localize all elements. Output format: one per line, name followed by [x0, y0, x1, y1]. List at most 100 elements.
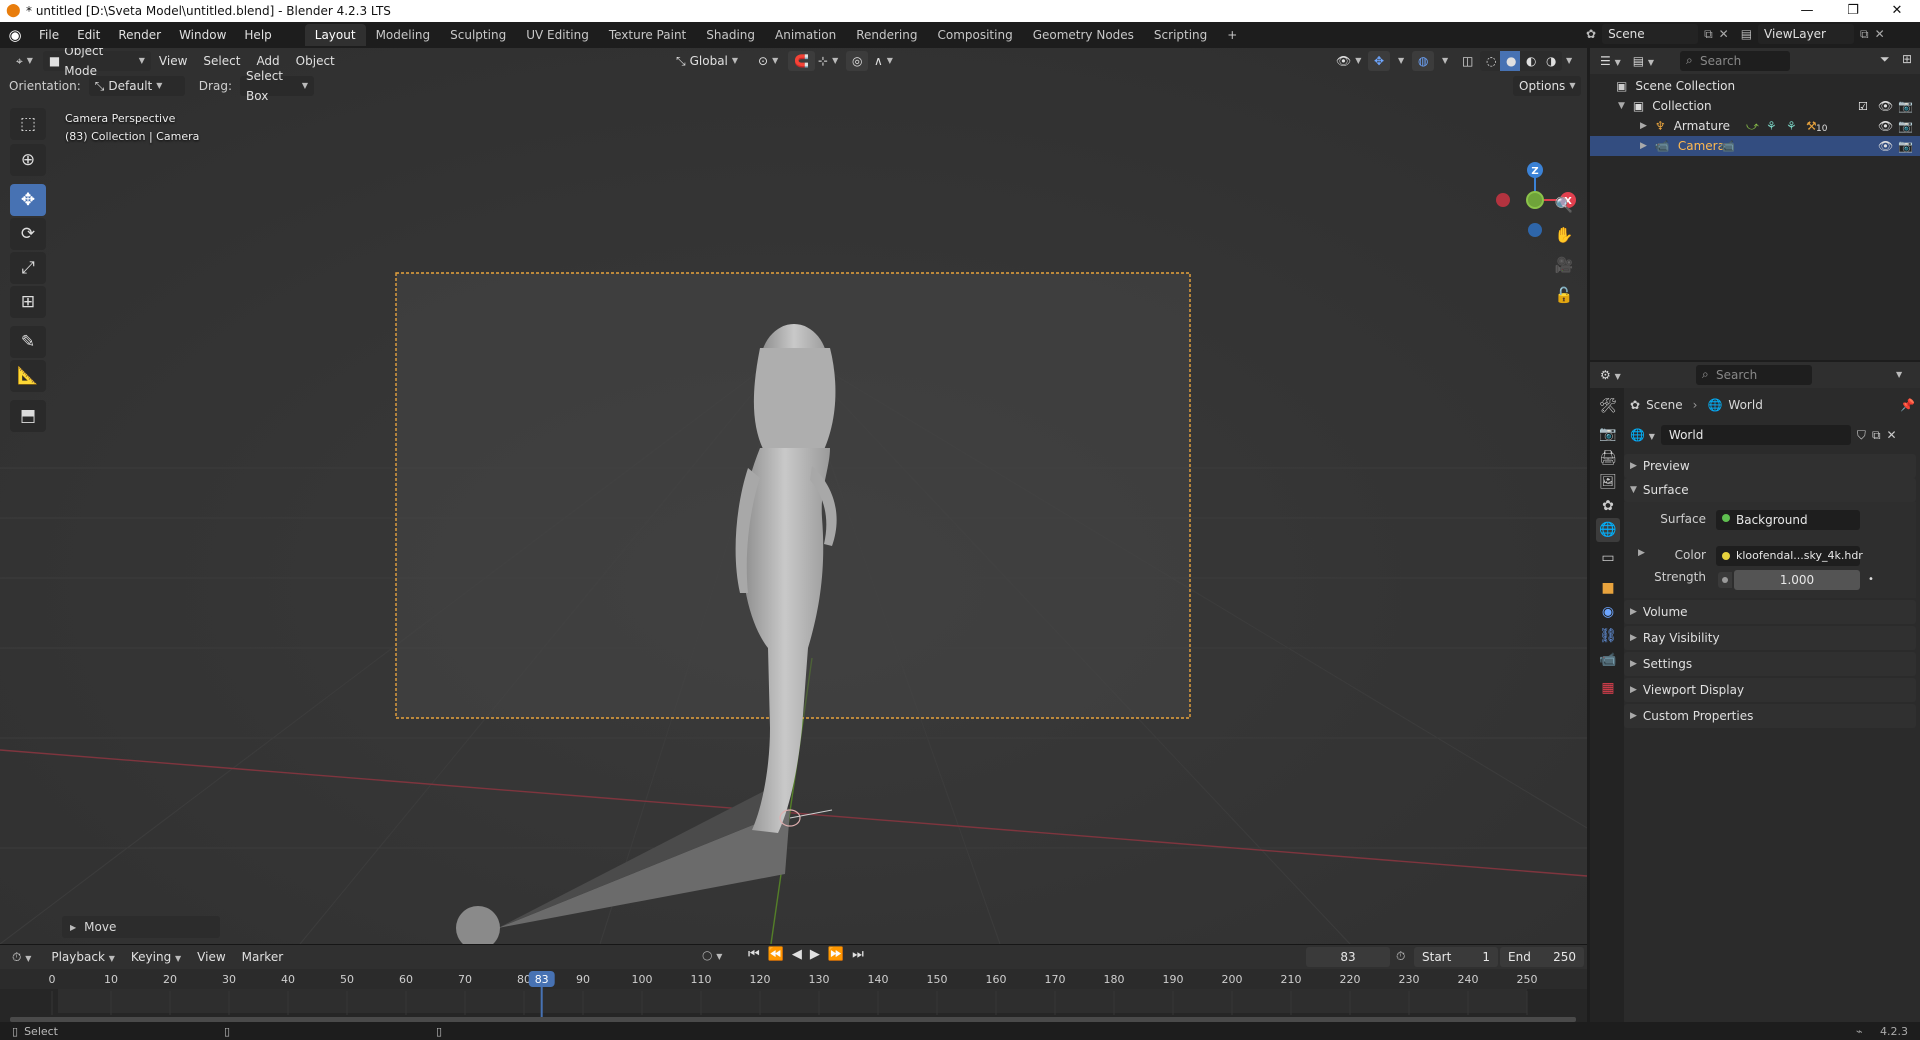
tab-layout[interactable]: Layout: [304, 24, 366, 46]
collection-visibility-icon[interactable]: 👁: [1878, 99, 1893, 113]
collection-tab-icon[interactable]: ▭: [1596, 546, 1620, 570]
new-scene-icon[interactable]: ⧉: [1704, 27, 1713, 42]
new-collection-icon[interactable]: ⊞: [1902, 52, 1912, 66]
panel-custom-properties[interactable]: ▶ Custom Properties: [1624, 704, 1916, 728]
outliner-row-armature[interactable]: ▶ ♆ Armature ⤻ ⚘ ⚘ ⚒ 10 👁 📷: [1590, 116, 1920, 136]
panel-ray-visibility[interactable]: ▶ Ray Visibility: [1624, 626, 1916, 650]
gizmo-y-axis[interactable]: [1526, 191, 1544, 209]
scale-tool[interactable]: ⤢: [10, 252, 46, 284]
duplicate-world-icon[interactable]: ⧉: [1872, 428, 1881, 443]
tab-sculpting[interactable]: Sculpting: [440, 24, 516, 46]
visibility-icon[interactable]: 👁 ▼: [1330, 51, 1367, 71]
tab-shading[interactable]: Shading: [696, 24, 765, 46]
menu-window[interactable]: Window: [170, 24, 235, 46]
timeline-menu-view[interactable]: View: [189, 950, 233, 964]
armature-visibility-icon[interactable]: 👁: [1878, 119, 1893, 133]
proportional-edit-icon[interactable]: ◎: [846, 51, 869, 71]
jump-end-icon[interactable]: ⏭: [852, 947, 864, 962]
preview-range-icon[interactable]: ⏱: [1396, 949, 1405, 964]
orientation-selector[interactable]: ⤡ Default ▼: [88, 76, 185, 96]
lock-view-icon[interactable]: 🔓: [1551, 282, 1577, 308]
cursor-tool[interactable]: ⊕: [10, 144, 46, 176]
gizmo-neg-z-axis[interactable]: [1528, 223, 1542, 237]
outliner-row-scene-collection[interactable]: ▣ Scene Collection: [1590, 76, 1920, 96]
tab-compositing[interactable]: Compositing: [927, 24, 1022, 46]
blender-menu-icon[interactable]: ◉: [0, 26, 30, 44]
3d-viewport[interactable]: ⌖ ▼ ■ Object Mode ▼ View Select Add Obje…: [0, 48, 1587, 944]
pin-icon[interactable]: 📌: [1900, 398, 1915, 412]
overlay-toggle-icon[interactable]: ◍: [1412, 51, 1435, 71]
breadcrumb-world[interactable]: World: [1728, 398, 1762, 412]
world-name-field[interactable]: World: [1660, 425, 1851, 445]
menu-render[interactable]: Render: [109, 24, 170, 46]
collection-render-icon[interactable]: 📷: [1898, 99, 1913, 113]
strength-value-field[interactable]: 1.000: [1734, 570, 1860, 590]
annotate-tool[interactable]: ✎: [10, 326, 46, 358]
breadcrumb-scene[interactable]: Scene: [1646, 398, 1683, 412]
tab-texture-paint[interactable]: Texture Paint: [599, 24, 696, 46]
tab-uv-editing[interactable]: UV Editing: [516, 24, 599, 46]
jump-start-icon[interactable]: ⏮: [748, 947, 760, 962]
overlay-dropdown-icon[interactable]: ▼: [1436, 51, 1454, 71]
physics-tab-icon[interactable]: ◉: [1596, 600, 1620, 624]
auto-keying-icon[interactable]: ○ ▼: [702, 948, 722, 962]
properties-options-icon[interactable]: ▼: [1896, 370, 1902, 379]
keyframe-dot-icon[interactable]: •: [1868, 574, 1874, 585]
tab-modeling[interactable]: Modeling: [366, 24, 441, 46]
camera-visibility-icon[interactable]: 👁: [1878, 139, 1893, 153]
gizmo-toggle-icon[interactable]: ✥: [1368, 51, 1391, 71]
panel-preview[interactable]: ▶ Preview: [1624, 454, 1916, 478]
move-tool[interactable]: ✥: [10, 184, 46, 216]
end-frame-field[interactable]: End 250: [1500, 947, 1584, 967]
pan-view-icon[interactable]: ✋: [1551, 222, 1577, 248]
camera-render-icon[interactable]: 📷: [1898, 139, 1913, 153]
minimize-button[interactable]: —: [1784, 0, 1830, 22]
close-window-button[interactable]: ✕: [1874, 0, 1920, 22]
collection-checkbox[interactable]: ☑: [1858, 100, 1868, 113]
gizmo-neg-x-axis[interactable]: [1496, 193, 1510, 207]
timeline-editor-icon[interactable]: ⏱ ▼: [12, 950, 31, 965]
filter-icon[interactable]: ⏷: [1880, 52, 1890, 67]
panel-surface[interactable]: ▼ Surface: [1624, 478, 1916, 502]
texture-tab-icon[interactable]: ▦: [1596, 676, 1620, 700]
properties-editor-icon[interactable]: ⚙ ▼: [1600, 368, 1621, 382]
panel-volume[interactable]: ▶ Volume: [1624, 600, 1916, 624]
options-dropdown[interactable]: Options ▼: [1513, 76, 1582, 96]
add-workspace-button[interactable]: +: [1217, 24, 1247, 46]
world-tab-icon[interactable]: 🌐: [1596, 518, 1620, 542]
surface-shader-field[interactable]: Background: [1716, 510, 1860, 530]
output-tab-icon[interactable]: 🖨: [1596, 446, 1620, 470]
new-view-layer-icon[interactable]: ⧉: [1860, 27, 1869, 42]
constraints-tab-icon[interactable]: ⛓: [1596, 624, 1620, 648]
snap-toggle-icon[interactable]: 🧲: [788, 51, 815, 71]
color-texture-field[interactable]: kloofendal...sky_4k.hdr: [1716, 546, 1863, 566]
tab-scripting[interactable]: Scripting: [1144, 24, 1217, 46]
transform-tool[interactable]: ⊞: [10, 286, 46, 318]
timeline-menu-keying[interactable]: Keying ▼: [123, 950, 189, 964]
jump-keyframe-forward-icon[interactable]: ⏩: [828, 947, 844, 962]
last-operator-panel[interactable]: ▶ Move: [62, 916, 220, 938]
expand-armature-icon[interactable]: ▶: [1640, 121, 1647, 131]
pivot-point-icon[interactable]: ⊙ ▼: [752, 51, 784, 71]
jump-keyframe-back-icon[interactable]: ⏪: [768, 947, 784, 962]
viewport-menu-select[interactable]: Select: [195, 54, 248, 68]
gizmo-dropdown-icon[interactable]: ▼: [1392, 51, 1410, 71]
view-layer-selector[interactable]: ViewLayer: [1758, 24, 1855, 44]
tab-animation[interactable]: Animation: [765, 24, 846, 46]
start-frame-field[interactable]: Start 1: [1414, 947, 1498, 967]
object-data-tab-icon[interactable]: 📹: [1596, 648, 1620, 672]
render-tab-icon[interactable]: 📷: [1596, 422, 1620, 446]
scene-selector[interactable]: Scene: [1602, 24, 1699, 44]
display-mode-icon[interactable]: ▤ ▼: [1633, 54, 1654, 68]
drag-selector[interactable]: Select Box ▼: [239, 69, 314, 103]
scene-tab-icon[interactable]: ✿: [1596, 494, 1620, 518]
outliner-search-input[interactable]: Search: [1680, 51, 1790, 71]
expand-collection-icon[interactable]: ▼: [1618, 101, 1625, 111]
outliner-row-collection[interactable]: ▼ ▣ Collection ☑ 👁 📷: [1590, 96, 1920, 116]
delete-view-layer-icon[interactable]: ✕: [1875, 27, 1885, 41]
shading-dropdown-icon[interactable]: ▼: [1560, 51, 1578, 71]
tool-tab-icon[interactable]: 🛠: [1596, 394, 1620, 418]
view-layer-tab-icon[interactable]: 🖼: [1596, 470, 1620, 494]
select-box-tool[interactable]: ⬚: [10, 108, 46, 140]
tab-rendering[interactable]: Rendering: [846, 24, 927, 46]
